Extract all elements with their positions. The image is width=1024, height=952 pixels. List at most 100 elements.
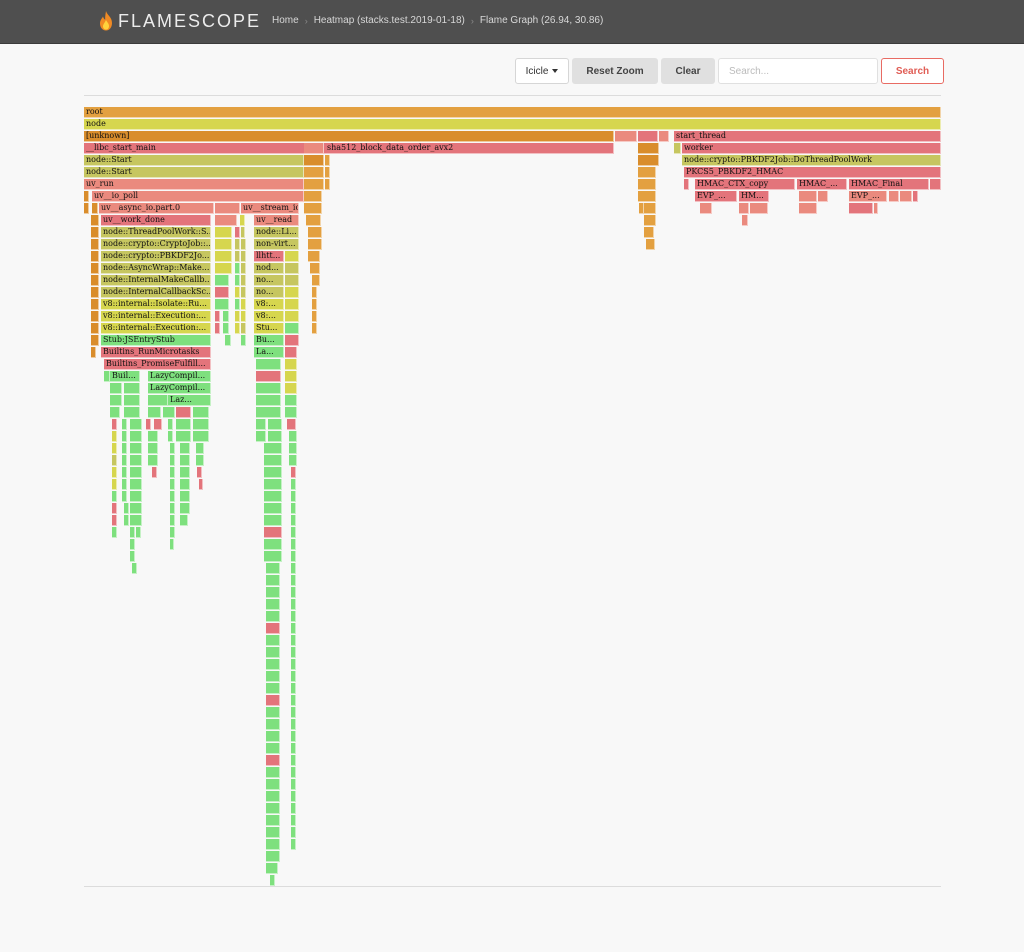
flame-frame-unlabeled[interactable]: [644, 203, 656, 214]
flame-frame-unlabeled[interactable]: [304, 191, 322, 202]
flame-frame-unlabeled[interactable]: [122, 467, 127, 478]
flame-frame-unlabeled[interactable]: [241, 311, 246, 322]
flame-frame-unlabeled[interactable]: [285, 395, 297, 406]
flame-frame-unlabeled[interactable]: [291, 827, 296, 838]
flame-frame-unlabeled[interactable]: [91, 275, 99, 286]
flame-frame-unlabeled[interactable]: [112, 443, 117, 454]
flame-frame-unlabeled[interactable]: [235, 323, 240, 334]
flame-frame-unlabeled[interactable]: [325, 179, 330, 190]
flame-frame[interactable]: LazyCompil...: [148, 371, 211, 382]
flame-frame-unlabeled[interactable]: [215, 299, 229, 310]
flame-frame-unlabeled[interactable]: [180, 467, 190, 478]
flame-frame-unlabeled[interactable]: [799, 203, 817, 214]
flame-frame-unlabeled[interactable]: [312, 311, 317, 322]
flame-frame-unlabeled[interactable]: [122, 491, 127, 502]
flame-frame-unlabeled[interactable]: [256, 407, 281, 418]
flame-frame[interactable]: no...: [254, 275, 284, 286]
flame-frame-unlabeled[interactable]: [168, 419, 173, 430]
flame-frame-unlabeled[interactable]: [148, 431, 158, 442]
flame-frame-unlabeled[interactable]: [291, 467, 296, 478]
flame-frame-unlabeled[interactable]: [268, 431, 282, 442]
flame-frame-unlabeled[interactable]: [215, 203, 240, 214]
flame-frame-unlabeled[interactable]: [304, 155, 324, 166]
flame-frame-unlabeled[interactable]: [266, 671, 280, 682]
flame-frame-unlabeled[interactable]: [264, 515, 282, 526]
flame-frame-unlabeled[interactable]: [130, 503, 142, 514]
flame-frame-unlabeled[interactable]: [291, 611, 296, 622]
flame-frame-unlabeled[interactable]: [256, 431, 266, 442]
flame-frame-unlabeled[interactable]: [241, 335, 246, 346]
flame-frame[interactable]: node::Li...: [254, 227, 299, 238]
flame-frame-unlabeled[interactable]: [266, 611, 280, 622]
flame-frame-unlabeled[interactable]: [91, 335, 99, 346]
flame-frame-unlabeled[interactable]: [170, 479, 175, 490]
flame-frame-unlabeled[interactable]: [291, 551, 296, 562]
flame-frame-unlabeled[interactable]: [215, 263, 232, 274]
flame-frame-unlabeled[interactable]: [235, 299, 240, 310]
flame-frame-unlabeled[interactable]: [266, 863, 278, 874]
flame-frame-unlabeled[interactable]: [615, 131, 637, 142]
flame-frame-unlabeled[interactable]: [176, 431, 191, 442]
flame-frame-unlabeled[interactable]: [176, 407, 191, 418]
flame-frame-unlabeled[interactable]: [306, 215, 321, 226]
flame-frame-unlabeled[interactable]: [285, 359, 297, 370]
flame-frame-unlabeled[interactable]: [193, 419, 209, 430]
flame-frame-unlabeled[interactable]: [180, 479, 190, 490]
flame-frame-unlabeled[interactable]: [91, 323, 99, 334]
flame-frame[interactable]: node::InternalMakeCallb...: [101, 275, 211, 286]
flame-frame-unlabeled[interactable]: [223, 323, 229, 334]
flame-frame-unlabeled[interactable]: [112, 491, 117, 502]
flame-frame-unlabeled[interactable]: [638, 191, 656, 202]
flame-frame[interactable]: HM...: [739, 191, 769, 202]
flame-frame-unlabeled[interactable]: [291, 479, 296, 490]
flame-frame[interactable]: La...: [254, 347, 284, 358]
flame-frame-unlabeled[interactable]: [193, 431, 209, 442]
flame-frame-unlabeled[interactable]: [285, 407, 297, 418]
flame-frame-unlabeled[interactable]: [291, 491, 296, 502]
flame-frame-unlabeled[interactable]: [256, 419, 266, 430]
flame-frame-unlabeled[interactable]: [154, 419, 162, 430]
flame-frame-unlabeled[interactable]: [291, 815, 296, 826]
flame-frame[interactable]: node::crypto::PBKDF2Jo...: [101, 251, 211, 262]
flame-frame-unlabeled[interactable]: [266, 743, 280, 754]
flame-frame-unlabeled[interactable]: [91, 311, 99, 322]
flame-frame[interactable]: sha512_block_data_order_avx2: [325, 143, 614, 154]
flame-frame[interactable]: uv__work_done: [101, 215, 211, 226]
flame-frame-unlabeled[interactable]: [180, 515, 188, 526]
flame-frame-unlabeled[interactable]: [264, 479, 282, 490]
flame-frame-unlabeled[interactable]: [193, 407, 209, 418]
flame-frame-unlabeled[interactable]: [180, 455, 190, 466]
flame-frame-unlabeled[interactable]: [304, 179, 324, 190]
flame-frame-unlabeled[interactable]: [84, 191, 89, 202]
flame-frame-unlabeled[interactable]: [256, 395, 281, 406]
flame-frame-unlabeled[interactable]: [291, 647, 296, 658]
flame-frame-unlabeled[interactable]: [136, 527, 141, 538]
flame-frame-unlabeled[interactable]: [659, 131, 669, 142]
flame-frame-unlabeled[interactable]: [291, 527, 296, 538]
flame-frame-unlabeled[interactable]: [266, 791, 280, 802]
flame-frame-unlabeled[interactable]: [291, 503, 296, 514]
flame-frame-unlabeled[interactable]: [235, 275, 240, 286]
flame-frame-unlabeled[interactable]: [215, 287, 229, 298]
flame-frame-unlabeled[interactable]: [266, 563, 280, 574]
flame-frame[interactable]: start_thread: [674, 131, 941, 142]
flame-frame-unlabeled[interactable]: [91, 299, 99, 310]
flame-frame-unlabeled[interactable]: [849, 203, 873, 214]
flame-frame-unlabeled[interactable]: [130, 539, 135, 550]
flame-frame-unlabeled[interactable]: [266, 803, 280, 814]
flame-frame-unlabeled[interactable]: [291, 707, 296, 718]
flame-frame-unlabeled[interactable]: [180, 491, 190, 502]
flame-frame-unlabeled[interactable]: [287, 419, 296, 430]
flame-frame-unlabeled[interactable]: [291, 839, 296, 850]
flame-frame-unlabeled[interactable]: [112, 479, 117, 490]
flame-frame-unlabeled[interactable]: [112, 503, 117, 514]
flame-frame-unlabeled[interactable]: [291, 695, 296, 706]
flame-frame-unlabeled[interactable]: [270, 875, 275, 886]
flame-frame-unlabeled[interactable]: [223, 311, 229, 322]
flame-frame-unlabeled[interactable]: [91, 215, 99, 226]
flame-frame-unlabeled[interactable]: [91, 251, 99, 262]
flame-frame-unlabeled[interactable]: [644, 215, 656, 226]
flame-frame-unlabeled[interactable]: [256, 371, 281, 382]
flame-frame-unlabeled[interactable]: [930, 179, 941, 190]
flame-frame-unlabeled[interactable]: [325, 167, 330, 178]
